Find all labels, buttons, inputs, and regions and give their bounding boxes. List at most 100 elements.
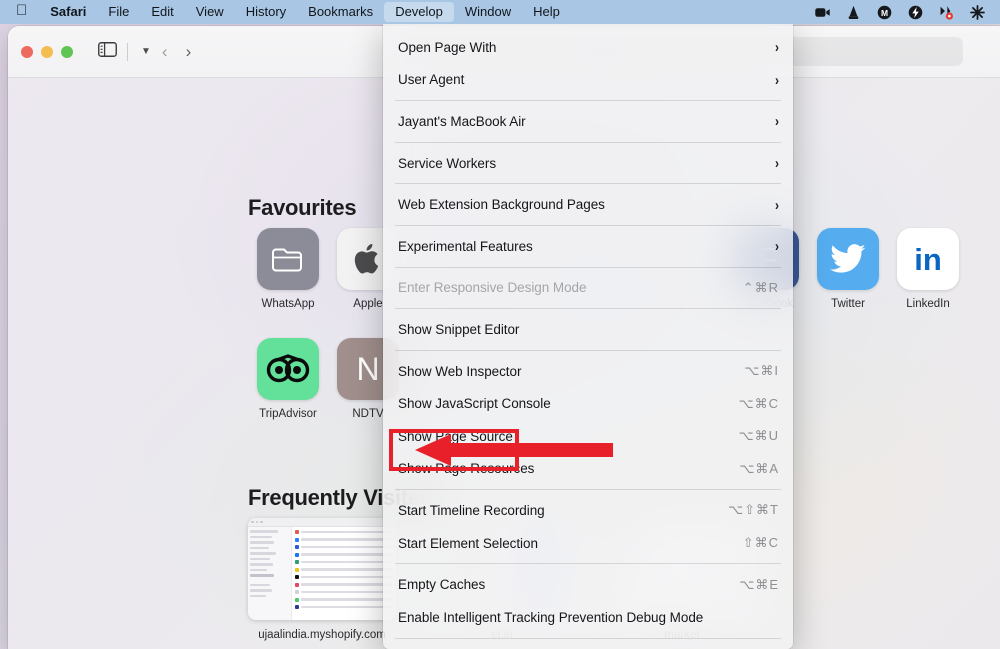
favourite-label: Twitter: [831, 298, 865, 310]
menu-item-show-web-inspector[interactable]: Show Web Inspector ⌥⌘I: [383, 355, 793, 388]
favourite-tile[interactable]: [817, 228, 879, 290]
menu-item-experimental-features[interactable]: Experimental Features ›: [383, 230, 793, 263]
sidebar-toggle-icon[interactable]: [98, 41, 117, 62]
vlc-cone-icon[interactable]: [845, 4, 862, 21]
menu-item-enable-syncing-platform-authenticator[interactable]: Enable Syncing Platform Authenticator: [383, 643, 793, 649]
apple-logo-icon[interactable]: : [14, 3, 39, 21]
favourite-label: LinkedIn: [906, 298, 950, 310]
chevron-down-icon[interactable]: ▼: [138, 46, 154, 57]
menu-item-shortcut: ⌃⌘R: [742, 279, 779, 295]
navigation-buttons: ‹ ›: [162, 43, 191, 60]
favourite-tripadvisor[interactable]: TripAdvisor: [248, 338, 328, 448]
letter-n-icon: N: [356, 351, 380, 387]
toolbar-divider: [127, 42, 128, 61]
menu-item-show-snippet-editor[interactable]: Show Snippet Editor: [383, 313, 793, 346]
favourites-heading: Favourites: [248, 195, 357, 220]
submenu-chevron-right-icon: ›: [775, 112, 779, 131]
site-thumbnail[interactable]: [248, 518, 396, 620]
screen-recording-icon[interactable]: [814, 4, 831, 21]
favourite-linkedin[interactable]: in LinkedIn: [888, 228, 968, 338]
close-button[interactable]: [21, 45, 33, 58]
menu-window[interactable]: Window: [454, 2, 522, 22]
menu-item-start-element-selection[interactable]: Start Element Selection ⇧⌘C: [383, 527, 793, 560]
back-arrow-icon[interactable]: ‹: [162, 43, 168, 60]
menu-item-label: Web Extension Background Pages: [398, 197, 605, 213]
menu-item-label: Empty Caches: [398, 577, 486, 593]
menu-separator: [395, 563, 781, 565]
thumb-titlebar: [248, 518, 396, 527]
flash-bolt-icon[interactable]: [907, 4, 924, 21]
menu-separator: [395, 637, 781, 639]
frequently-visited-item[interactable]: ujaalindia.myshopify.com: [248, 518, 396, 641]
submenu-chevron-right-icon: ›: [775, 195, 779, 214]
favourite-tile[interactable]: [257, 338, 319, 400]
thumb-content: [248, 527, 396, 620]
screenshot-record-icon[interactable]: [938, 4, 955, 21]
menu-bar-status-icons: M: [814, 0, 994, 24]
develop-dropdown-menu[interactable]: Open Page With › User Agent › Jayant's MacBo…: [383, 24, 793, 649]
menu-item-shortcut: ⇧⌘C: [742, 535, 779, 551]
submenu-chevron-right-icon: ›: [775, 38, 779, 57]
menu-item-label: Show JavaScript Console: [398, 396, 551, 412]
menu-item-label: Show Web Inspector: [398, 363, 522, 379]
menu-item-label: Show Snippet Editor: [398, 321, 520, 337]
menu-view[interactable]: View: [185, 2, 235, 22]
menu-item-label: Service Workers: [398, 155, 497, 171]
menu-item-shortcut: ⌥⇧⌘T: [728, 502, 779, 518]
mail-m-icon[interactable]: M: [876, 4, 893, 21]
favourite-tile[interactable]: [257, 228, 319, 290]
menu-item-enable-intelligent-tracking-prevention-debug-mode[interactable]: Enable Intelligent Tracking Prevention D…: [383, 601, 793, 634]
macos-menu-bar:  Safari File Edit View History Bookmark…: [0, 0, 1000, 24]
menu-separator: [395, 266, 781, 268]
menu-item-jayant-s-macbook-air[interactable]: Jayant's MacBook Air ›: [383, 105, 793, 138]
menu-separator: [395, 100, 781, 102]
menu-item-shortcut: ⌥⌘E: [739, 576, 779, 592]
menu-item-user-agent[interactable]: User Agent ›: [383, 64, 793, 97]
menu-item-label: Jayant's MacBook Air: [398, 113, 526, 129]
favourite-whatsapp[interactable]: WhatsApp: [248, 228, 328, 338]
menu-history[interactable]: History: [235, 2, 297, 22]
favourite-twitter[interactable]: Twitter: [808, 228, 888, 338]
menu-item-service-workers[interactable]: Service Workers ›: [383, 147, 793, 180]
zoom-button[interactable]: [61, 45, 73, 58]
menu-item-enter-responsive-design-mode: Enter Responsive Design Mode ⌃⌘R: [383, 272, 793, 305]
linkedin-in-icon: in: [914, 241, 942, 277]
menu-item-label: Start Element Selection: [398, 535, 538, 551]
sidebar-toggle-group[interactable]: ▼: [98, 41, 154, 62]
menu-item-shortcut: ⌥⌘I: [744, 363, 779, 379]
twitter-bird-icon: [830, 244, 866, 273]
menu-item-web-extension-background-pages[interactable]: Web Extension Background Pages ›: [383, 188, 793, 221]
window-traffic-lights: [8, 45, 73, 58]
menu-item-empty-caches[interactable]: Empty Caches ⌥⌘E: [383, 568, 793, 601]
favourite-label: Apple: [353, 298, 383, 310]
menu-item-label: User Agent: [398, 72, 465, 88]
menu-separator: [395, 224, 781, 226]
menu-bookmarks[interactable]: Bookmarks: [297, 2, 384, 22]
menu-item-shortcut: ⌥⌘C: [738, 395, 779, 411]
menu-item-label: Open Page With: [398, 39, 497, 55]
submenu-chevron-right-icon: ›: [775, 154, 779, 172]
menu-separator: [395, 183, 781, 185]
menu-item-open-page-with[interactable]: Open Page With ›: [383, 31, 793, 64]
forward-arrow-icon[interactable]: ›: [186, 43, 192, 60]
gear-asterisk-icon[interactable]: [969, 4, 986, 21]
menu-develop[interactable]: Develop: [384, 2, 454, 22]
menu-edit[interactable]: Edit: [140, 2, 184, 22]
minimize-button[interactable]: [41, 45, 53, 58]
menu-file[interactable]: File: [97, 2, 140, 22]
favourite-tile[interactable]: in: [897, 228, 959, 290]
menu-item-shortcut: ⌥⌘U: [738, 428, 779, 444]
menu-help[interactable]: Help: [522, 2, 571, 22]
menu-item-start-timeline-recording[interactable]: Start Timeline Recording ⌥⇧⌘T: [383, 494, 793, 527]
menu-item-label: Enable Intelligent Tracking Prevention D…: [398, 609, 704, 625]
menu-item-shortcut: ⌥⌘A: [739, 460, 779, 476]
menu-item-show-javascript-console[interactable]: Show JavaScript Console ⌥⌘C: [383, 387, 793, 420]
favourite-label: TripAdvisor: [259, 408, 317, 420]
site-label: ujaalindia.myshopify.com: [258, 629, 386, 641]
submenu-chevron-right-icon: ›: [775, 71, 779, 89]
menu-separator: [395, 349, 781, 351]
folder-icon: [272, 248, 302, 272]
annotation-arrow-icon: [415, 434, 613, 466]
apple-icon: [354, 243, 379, 274]
menu-safari[interactable]: Safari: [39, 2, 97, 22]
